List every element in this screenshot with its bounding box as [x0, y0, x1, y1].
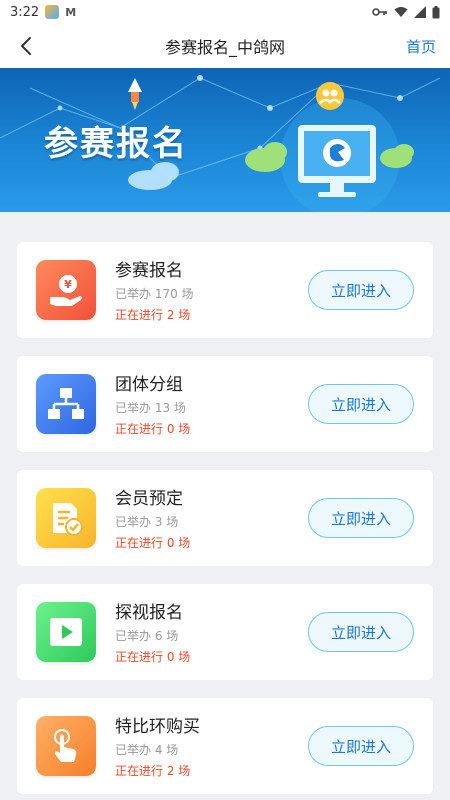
card-registration: ¥ 参赛报名 已举办 170 场 正在进行 2 场 立即进入 [17, 242, 433, 338]
enter-button[interactable]: 立即进入 [308, 270, 414, 310]
card-ongoing-count: 正在进行 0 场 [115, 650, 191, 664]
enter-button[interactable]: 立即进入 [308, 498, 414, 538]
banner-title: 参赛报名 [44, 124, 188, 164]
mail-icon: M [65, 5, 77, 19]
card-ongoing-count: 正在进行 0 场 [115, 422, 191, 436]
chevron-left-icon [21, 37, 31, 55]
card-special-ring-purchase: 特比环购买 已举办 4 场 正在进行 2 场 立即进入 [17, 698, 433, 794]
money-hand-icon: ¥ [36, 260, 96, 320]
org-chart-icon [36, 374, 96, 434]
card-ongoing-count: 正在进行 2 场 [115, 764, 191, 778]
app-notification-icon [45, 5, 60, 19]
card-held-count: 已举办 170 场 [115, 287, 194, 301]
enter-button[interactable]: 立即进入 [308, 384, 414, 424]
signal-icon [414, 6, 426, 18]
enter-button[interactable]: 立即进入 [308, 612, 414, 652]
svg-text:¥: ¥ [64, 278, 72, 291]
card-visit-registration: 探视报名 已举办 6 场 正在进行 0 场 立即进入 [17, 584, 433, 680]
card-title: 特比环购买 [115, 717, 200, 737]
card-ongoing-count: 正在进行 0 场 [115, 536, 191, 550]
card-title: 团体分组 [115, 375, 183, 395]
card-ongoing-count: 正在进行 2 场 [115, 308, 191, 322]
enter-button[interactable]: 立即进入 [308, 726, 414, 766]
touch-hand-icon [36, 716, 96, 776]
card-title: 会员预定 [115, 489, 183, 509]
status-bar: 3:22 M [0, 0, 450, 24]
status-left: 3:22 M [10, 5, 76, 20]
card-title: 探视报名 [115, 603, 183, 623]
nav-bar: 参赛报名_中鸽网 首页 [0, 24, 450, 68]
card-held-count: 已举办 6 场 [115, 629, 179, 643]
card-team-grouping: 团体分组 已举办 13 场 正在进行 0 场 立即进入 [17, 356, 433, 452]
document-check-icon [36, 488, 96, 548]
status-time: 3:22 [10, 4, 40, 20]
card-held-count: 已举办 4 场 [115, 743, 179, 757]
card-title: 参赛报名 [115, 261, 183, 281]
card-held-count: 已举办 13 场 [115, 401, 186, 415]
back-button[interactable] [12, 32, 40, 60]
card-held-count: 已举办 3 场 [115, 515, 179, 529]
page-title: 参赛报名_中鸽网 [164, 38, 285, 57]
home-link[interactable]: 首页 [406, 36, 436, 57]
play-icon [36, 602, 96, 662]
banner: 参赛报名 [0, 68, 450, 212]
status-right [372, 5, 440, 19]
card-member-booking: 会员预定 已举办 3 场 正在进行 0 场 立即进入 [17, 470, 433, 566]
wifi-icon [394, 7, 408, 17]
content-list: ¥ 参赛报名 已举办 170 场 正在进行 2 场 立即进入 团体分组 已举办 … [0, 212, 450, 800]
key-icon [372, 8, 387, 16]
battery-icon [432, 5, 440, 18]
